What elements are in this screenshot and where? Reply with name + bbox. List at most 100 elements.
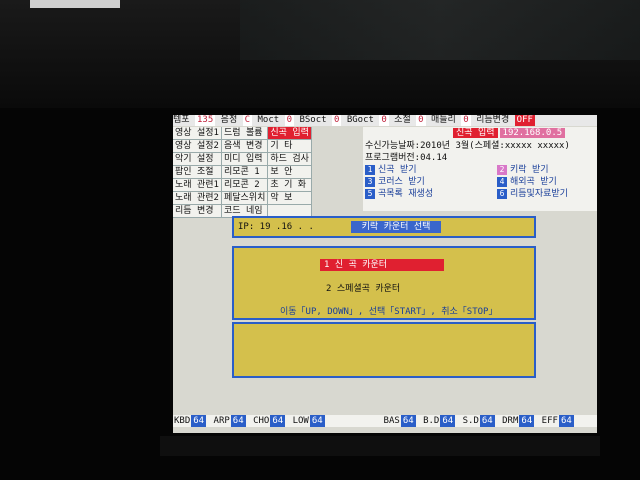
channel-eff: EFF 64 [541, 415, 575, 427]
monitor-bezel-bottom [160, 436, 600, 456]
menu-item[interactable]: 리모콘 2 [221, 178, 269, 192]
program-version: 프로그램버전:04.14 [365, 152, 447, 164]
channel-label: LOW [292, 416, 309, 426]
update-info-panel: 신곡 입력 192.168.0.5 수신가능날짜:2010년 3월(스페셜:xxx… [363, 127, 597, 211]
new-song-input-label: 신곡 입력 [453, 128, 498, 138]
option-label: 신곡 받기 [378, 165, 417, 175]
option-label: 해외곡 받기 [510, 177, 557, 187]
option-foreign-songs[interactable]: 4 해외곡 받기 [497, 176, 557, 188]
ip-bar: IP: 19 .16 . . 키락 카운터 선택 [232, 216, 536, 238]
option-number: 2 [497, 164, 507, 175]
channel-value: 64 [440, 415, 456, 427]
option-number: 4 [497, 176, 507, 187]
menu-row: 악기 설정 미디 입력 하드 검사 [173, 152, 312, 166]
channel-low: LOW 64 [292, 415, 326, 427]
server-ip: 192.168.0.5 [499, 128, 566, 138]
menu-item[interactable]: 초 기 화 [267, 178, 312, 192]
ip-address: IP: 19 .16 . . [238, 222, 314, 232]
menu-item[interactable]: 팝인 조절 [173, 165, 222, 179]
menu-item[interactable]: 미디 입력 [221, 152, 269, 166]
channel-value: 64 [230, 415, 246, 427]
channel-label: KBD [174, 416, 191, 426]
empty-panel [232, 322, 536, 378]
menu-row: 노래 관련1 리모콘 2 초 기 화 [173, 178, 312, 192]
option-new-songs[interactable]: 1 신곡 받기 [365, 164, 417, 176]
option-rhythm-data[interactable]: 6 리듬및자료받기 [497, 188, 568, 200]
info-header: 신곡 입력 192.168.0.5 [453, 127, 566, 139]
new-song-counter-option[interactable]: 1 신 곡 카운터 [320, 259, 444, 271]
channel-bas: BAS 64 [383, 415, 417, 427]
measure-value: 0 [416, 115, 426, 126]
option-number: 1 [365, 164, 375, 175]
channel-volume-bar: KBD 64 ARP 64 CHO 64 LOW 64 BAS 64 B.D 64 S.D 6… [173, 415, 597, 427]
channel-value: 64 [479, 415, 495, 427]
medley-label: 매들리 [431, 115, 456, 125]
option-number: 6 [497, 188, 507, 199]
program-version-text: 프로그램버전:04.14 [365, 153, 448, 163]
tempo-value: 135 [194, 115, 216, 126]
channel-label: CHO [253, 416, 270, 426]
bgoct-value: 0 [379, 115, 389, 126]
menu-item[interactable]: 리모콘 1 [221, 165, 269, 179]
menu-item[interactable]: 영상 설정1 [173, 127, 222, 140]
option-number: 5 [365, 188, 375, 199]
receive-date: 수신가능날짜:2010년 3월(스페셜:xxxxx xxxxx) [365, 140, 570, 152]
channel-label: S.D [462, 416, 479, 426]
channel-sd: S.D 64 [462, 415, 496, 427]
menu-item[interactable]: 악 보 [267, 191, 312, 205]
menu-item-selected[interactable]: 신곡 입력 [267, 127, 312, 140]
menu-row: 영상 설정1 드럼 볼륨 신곡 입력 [173, 127, 312, 140]
option-label: 곡목록 재생성 [378, 189, 434, 199]
tempo-label: 템포 [173, 115, 190, 125]
status-bar: 템포 135 음정 C Moct 0 BSoct 0 BGoct 0 소절 0 … [173, 115, 597, 126]
channel-cho: CHO 64 [252, 415, 286, 427]
option-keylock[interactable]: 2 키락 받기 [497, 164, 549, 176]
menu-item[interactable]: 하드 검사 [267, 152, 312, 166]
channel-label: BAS [383, 416, 400, 426]
menu-item[interactable]: 악기 설정 [173, 152, 222, 166]
option-chorus[interactable]: 3 코러스 받기 [365, 176, 425, 188]
channel-bd: B.D 64 [422, 415, 456, 427]
channel-label: EFF [541, 416, 558, 426]
menu-row: 노래 관련2 페달스위치 악 보 [173, 191, 312, 205]
channel-label: DRM [502, 416, 519, 426]
receive-date-text: 수신가능날짜:2010년 3월(스페셜:xxxxx xxxxx) [365, 141, 570, 151]
menu-item[interactable]: 리듬 변경 [173, 204, 222, 218]
channel-label: ARP [213, 416, 230, 426]
menu-item[interactable]: 영상 설정2 [173, 139, 222, 153]
menu-item[interactable]: 페달스위치 [221, 191, 269, 205]
menu-item[interactable]: 드럼 볼륨 [221, 127, 269, 140]
bgoct-label: BGoct [346, 115, 374, 125]
bsoct-label: BSoct [299, 115, 327, 125]
channel-value: 64 [191, 415, 207, 427]
rhythm-change-value: OFF [514, 115, 535, 126]
glare-highlight [30, 0, 120, 8]
special-song-counter-option[interactable]: 2 스페셜곡 카운터 [326, 281, 400, 294]
menu-item[interactable]: 보 안 [267, 165, 312, 179]
option-label: 리듬및자료받기 [510, 189, 568, 199]
option-rebuild-list[interactable]: 5 곡목록 재생성 [365, 188, 433, 200]
rhythm-change-label: 리듬변경 [476, 115, 510, 125]
channel-value: 64 [519, 415, 535, 427]
counter-panel: 1 신 곡 카운터 2 스페셜곡 카운터 이동「UP, DOWN」, 선택「ST… [232, 246, 536, 320]
option-label: 키락 받기 [510, 165, 549, 175]
menu-item[interactable]: 노래 관련2 [173, 191, 222, 205]
option-number: 3 [365, 176, 375, 187]
channel-kbd: KBD 64 [173, 415, 207, 427]
keylock-counter-select-button[interactable]: 키락 카운터 선택 [351, 221, 441, 233]
menu-row: 팝인 조절 리모콘 1 보 안 [173, 165, 312, 179]
channel-value: 64 [558, 415, 574, 427]
menu-item[interactable]: 음색 변경 [221, 139, 269, 153]
option-label: 코러스 받기 [378, 177, 425, 187]
menu-item[interactable]: 기 타 [267, 139, 312, 153]
key-value: C [242, 115, 253, 126]
moct-value: 0 [284, 115, 295, 126]
settings-menu: 영상 설정1 드럼 볼륨 신곡 입력 영상 설정2 음색 변경 기 타 악기 설… [173, 127, 363, 218]
moct-label: Moct [257, 115, 280, 125]
key-help-text: 이동「UP, DOWN」, 선택「START」, 취소「STOP」 [280, 307, 498, 317]
channel-value: 64 [270, 415, 286, 427]
channel-arp: ARP 64 [213, 415, 247, 427]
channel-value: 64 [400, 415, 416, 427]
menu-item[interactable]: 노래 관련1 [173, 178, 222, 192]
karaoke-screen: 템포 135 음정 C Moct 0 BSoct 0 BGoct 0 소절 0 … [173, 115, 597, 433]
